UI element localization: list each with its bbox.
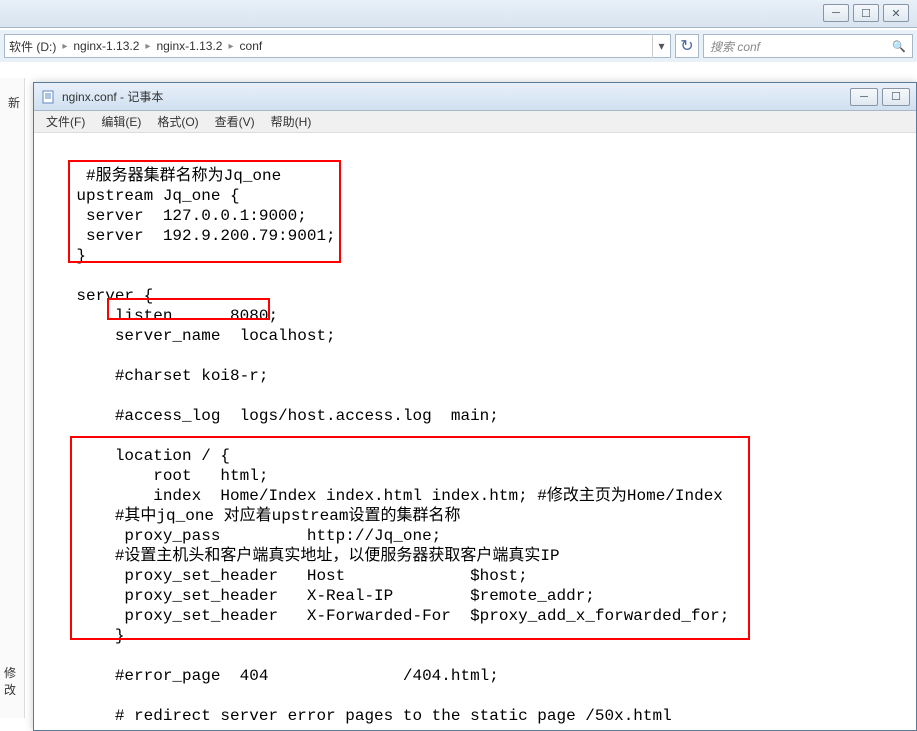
notepad-window-controls [850,88,910,106]
minimize-button[interactable] [850,88,878,106]
notepad-menubar: 文件(F) 编辑(E) 格式(O) 查看(V) 帮助(H) [34,111,916,133]
maximize-button[interactable] [853,4,879,22]
breadcrumb-seg-folder1[interactable]: nginx-1.13.2 [69,39,143,53]
sidebar-item[interactable]: 新 [8,94,20,111]
menu-view[interactable]: 查看(V) [207,111,263,132]
breadcrumb-seg-drive[interactable]: 软件 (D:) [5,38,60,55]
menu-edit[interactable]: 编辑(E) [93,111,149,132]
notepad-window: nginx.conf - 记事本 文件(F) 编辑(E) 格式(O) 查看(V)… [33,82,917,731]
notepad-icon [40,89,56,105]
notepad-title: nginx.conf - 记事本 [62,88,850,105]
chevron-icon [143,41,152,52]
menu-format[interactable]: 格式(O) [149,111,206,132]
search-icon [892,39,906,53]
explorer-toolbar: 软件 (D:) nginx-1.13.2 nginx-1.13.2 conf 搜… [0,30,917,62]
refresh-button[interactable] [675,34,699,58]
menu-file[interactable]: 文件(F) [38,111,93,132]
breadcrumb[interactable]: 软件 (D:) nginx-1.13.2 nginx-1.13.2 conf [4,34,671,58]
notepad-titlebar[interactable]: nginx.conf - 记事本 [34,83,916,111]
menu-help[interactable]: 帮助(H) [263,111,320,132]
minimize-button[interactable] [823,4,849,22]
explorer-window-controls [823,4,909,22]
breadcrumb-dropdown-icon[interactable] [652,34,670,58]
explorer-sidebar: 新 修改 [0,78,25,718]
chevron-icon [226,41,235,52]
chevron-icon [60,41,69,52]
search-input[interactable]: 搜索 conf [703,34,913,58]
breadcrumb-seg-folder2[interactable]: nginx-1.13.2 [152,39,226,53]
close-button[interactable] [883,4,909,22]
sidebar-item[interactable]: 修改 [4,664,24,698]
maximize-button[interactable] [882,88,910,106]
search-placeholder: 搜索 conf [710,38,760,55]
explorer-titlebar [0,0,917,28]
notepad-textarea[interactable]: #服务器集群名称为Jq_one upstream Jq_one { server… [34,134,916,730]
breadcrumb-seg-folder3[interactable]: conf [236,39,267,53]
